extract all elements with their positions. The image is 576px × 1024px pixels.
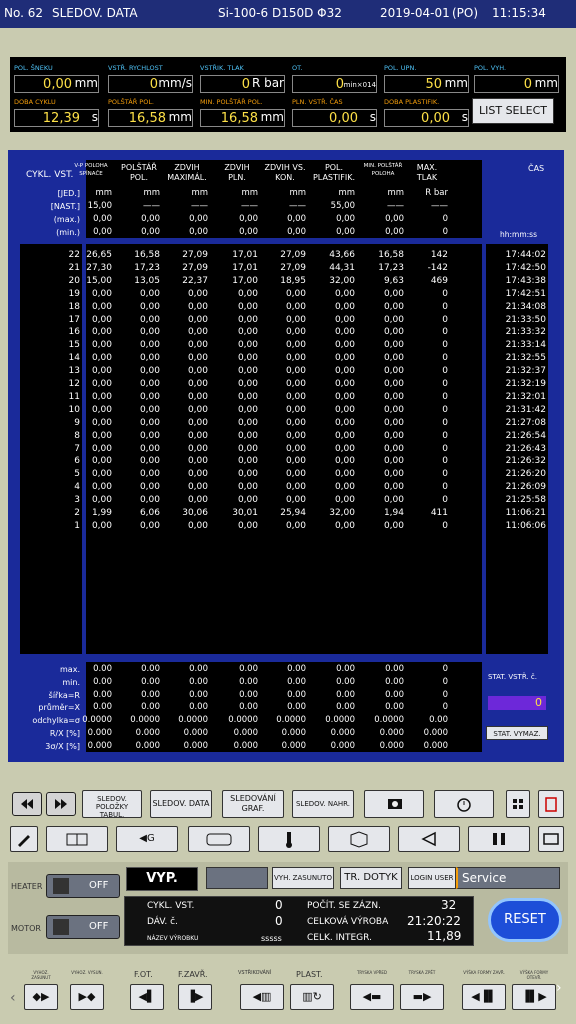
- ejector-retracted-indicator: VYH. ZASUNUTO: [272, 867, 334, 889]
- mold-name: Si-100-6 D150D Φ32: [218, 6, 342, 20]
- ejector-icon[interactable]: [468, 826, 530, 852]
- mold-height-close-button[interactable]: ◀▐▌: [462, 984, 506, 1010]
- production-counter-panel: CYKL. VST. 0 DÁV. č. 0 NÁZEV VÝROBKU sss…: [124, 896, 474, 946]
- mold-clamp-icon[interactable]: [188, 826, 250, 852]
- grid-icon[interactable]: [506, 790, 530, 818]
- mold-open-label: F.OT.: [134, 970, 153, 979]
- mold-change-icon[interactable]: ◀G: [116, 826, 178, 852]
- tracking-replacement-button[interactable]: SLEDOV. NAHR.: [292, 790, 354, 818]
- nozzle-forward-button[interactable]: ◀▬: [350, 984, 394, 1010]
- manual-book-icon[interactable]: [46, 826, 108, 852]
- cushion-position: POLŠTÁŘ POL. 16,58 mm: [108, 98, 193, 127]
- edit-pencil-icon[interactable]: [10, 826, 38, 852]
- injection-speed: VSTŘ. RYCHLOST 0 mm/s: [108, 64, 193, 93]
- tracking-data-panel: [8, 150, 564, 762]
- fast-forward-icon[interactable]: [46, 792, 76, 816]
- ejector-position: POL. VYH. 0 mm: [474, 64, 559, 93]
- temperature-icon[interactable]: [258, 826, 320, 852]
- ejector-retract-label: VYHOZ. ZASUNUT: [31, 970, 51, 980]
- tracking-items-table-button[interactable]: SLEDOV. POLOŽKY TABUL.: [82, 790, 142, 819]
- mold-close-label: F.ZAVŘ.: [178, 970, 208, 979]
- batch-value: 0: [275, 914, 283, 928]
- mold-height-close-label: VÝŠKA FORMY ZAVŘ.: [463, 970, 505, 975]
- rewind-icon[interactable]: [12, 792, 42, 816]
- counter-value: 32: [441, 898, 457, 912]
- top-status-bar: No. 62 SLEDOV. DATA Si-100-6 D150D Φ32 2…: [0, 0, 576, 28]
- nozzle-forward-label: TRYSKA VPŘED: [356, 970, 388, 975]
- motor-switch[interactable]: OFF: [46, 915, 120, 939]
- scroll-left-icon[interactable]: ‹: [10, 990, 16, 1006]
- tracking-graph-button[interactable]: SLEDOVÁNÍ GRAF.: [222, 790, 284, 818]
- mold-3d-icon[interactable]: [328, 826, 390, 852]
- date: 2019-04-01: [380, 6, 450, 20]
- plasticize-button[interactable]: ▥↻: [290, 984, 334, 1010]
- injection-button[interactable]: ◀▥: [240, 984, 284, 1010]
- mold-height-open-button[interactable]: ▐▌▶: [512, 984, 556, 1010]
- screen-title: SLEDOV. DATA: [52, 6, 138, 20]
- timer-icon[interactable]: [434, 790, 494, 818]
- camera-icon[interactable]: [364, 790, 424, 818]
- mode-display: VYP.: [126, 867, 198, 891]
- heater-switch[interactable]: OFF: [46, 874, 120, 898]
- window-icon[interactable]: [538, 826, 564, 852]
- nozzle-touch-indicator: TR. DOTYK: [340, 867, 402, 889]
- screw-position: POL. ŠNEKU 0,00 mm: [14, 64, 99, 93]
- machine-number: No. 62: [4, 6, 44, 20]
- day-of-week: (PO): [452, 6, 479, 20]
- heater-label: HEATER: [11, 882, 43, 891]
- blank-indicator: [206, 867, 268, 889]
- nozzle-back-button[interactable]: ▬▶: [400, 984, 444, 1010]
- nozzle-back-label: TRYSKA ZPĚT: [408, 970, 436, 975]
- cycle-count-value: 0: [275, 898, 283, 912]
- total-integral-value: 11,89: [427, 929, 462, 943]
- plasticize-label: PLAST.: [296, 970, 323, 979]
- total-integral-label: CELK. INTEGR.: [307, 933, 372, 943]
- product-name-value: sssss: [261, 934, 282, 943]
- rpm: OT. 0 min×014: [292, 64, 377, 93]
- ejector-advance-button[interactable]: ▶◆: [70, 984, 104, 1010]
- cycle-time: DOBA CYKLU 12,39 s: [14, 98, 99, 127]
- ejector-retract-button[interactable]: ◆▶: [24, 984, 58, 1010]
- injection-label: VSTŘIKOVÁNÍ: [238, 970, 272, 976]
- table-header: [22, 160, 550, 246]
- mold-height-open-label: VÝŠKA FORMY OTEVŘ.: [519, 970, 549, 980]
- tracking-data-button[interactable]: SLEDOV. DATA: [150, 790, 212, 818]
- total-production-label: CELKOVÁ VÝROBA: [307, 917, 389, 927]
- mold-close-button[interactable]: ▐▶: [178, 984, 212, 1010]
- fill-injection-time: PLN. VSTŘ. ČAS 0,00 s: [292, 98, 377, 127]
- reset-button[interactable]: RESET: [488, 898, 562, 942]
- clamp-position: POL. UPN. 50 mm: [384, 64, 469, 93]
- injection-pressure: VSTŘIK. TLAK 0 R bar: [200, 64, 285, 93]
- login-user-button[interactable]: LOGIN USER: [408, 867, 456, 889]
- counter-label: POČÍT. SE ZÁZN.: [307, 901, 381, 911]
- total-production-value: 21:20:22: [407, 914, 461, 928]
- ejector-advance-label: VYHOZ. VYSUN.: [71, 970, 103, 975]
- clock: 11:15:34: [492, 6, 546, 20]
- motor-label: MOTOR: [11, 924, 41, 933]
- exit-door-icon[interactable]: [538, 790, 564, 818]
- batch-label: DÁV. č.: [147, 917, 178, 927]
- list-select-button[interactable]: LIST SELECT: [472, 98, 554, 124]
- scroll-right-icon[interactable]: ›: [556, 980, 562, 996]
- min-cushion-position: MIN. POLŠTÁŘ POL. 16,58 mm: [200, 98, 285, 127]
- user-name: Service: [456, 867, 560, 889]
- product-name-label: NÁZEV VÝROBKU: [147, 935, 199, 942]
- mold-open-button[interactable]: ◀▌: [130, 984, 164, 1010]
- cycle-count-label: CYKL. VST.: [147, 901, 195, 911]
- plasticizing-time: DOBA PLASTIFIK. 0,00 s: [384, 98, 469, 127]
- nozzle-icon[interactable]: [398, 826, 460, 852]
